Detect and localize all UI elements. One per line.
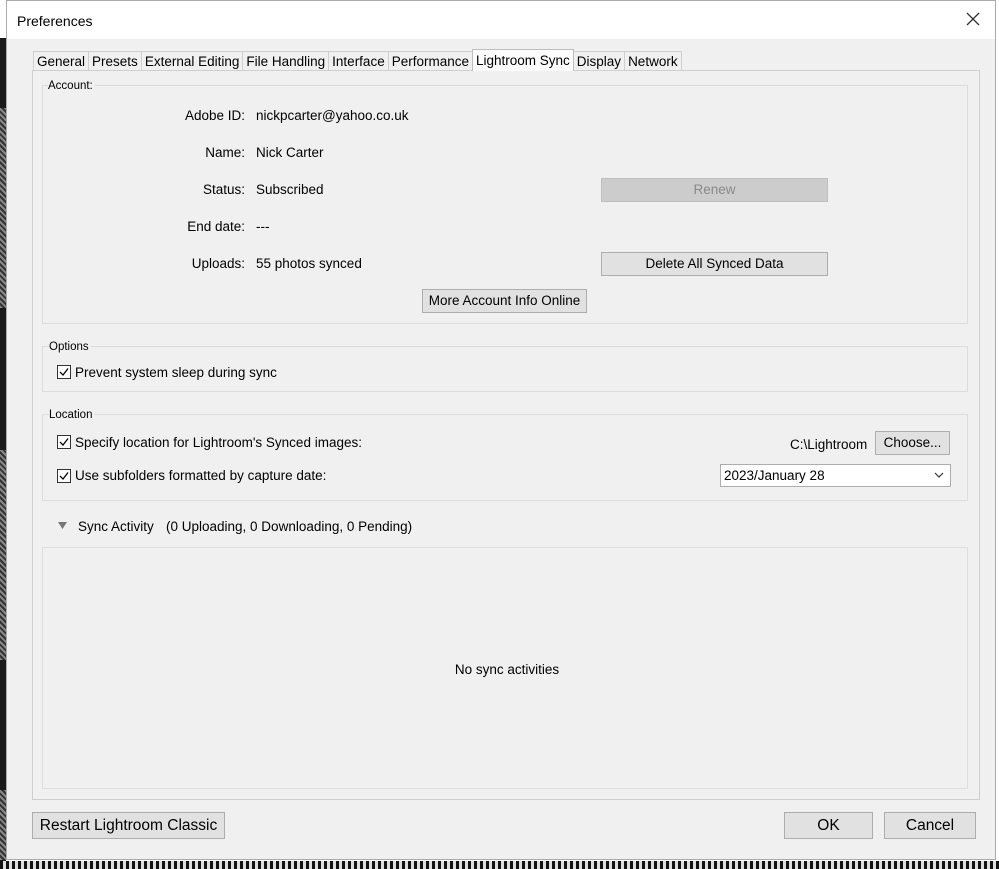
close-icon[interactable] <box>963 9 983 29</box>
uploads-value: 55 photos synced <box>256 256 362 271</box>
specify-location-label: Specify location for Lightroom's Synced … <box>75 435 362 450</box>
tab-network[interactable]: Network <box>624 51 682 71</box>
tab-external-editing[interactable]: External Editing <box>140 51 244 71</box>
options-group-label: Options <box>49 341 91 353</box>
lightroom-sync-panel: Account: Adobe ID: nickpcarter@yahoo.co.… <box>32 70 980 800</box>
renew-button[interactable]: Renew <box>601 178 828 202</box>
background-filmstrip <box>0 861 999 869</box>
tab-lightroom-sync[interactable]: Lightroom Sync <box>472 49 574 71</box>
tab-file-handling[interactable]: File Handling <box>242 51 330 71</box>
date-format-dropdown[interactable]: 2023/January 28 <box>720 464 951 487</box>
disclosure-triangle-icon[interactable] <box>58 522 67 530</box>
tab-general[interactable]: General <box>33 51 90 71</box>
restart-lightroom-button[interactable]: Restart Lightroom Classic <box>32 812 225 839</box>
status-value: Subscribed <box>256 182 324 197</box>
checkmark-icon <box>59 472 69 480</box>
tab-bar: General Presets External Editing File Ha… <box>33 49 682 71</box>
checkmark-icon <box>59 368 69 376</box>
use-subfolders-label: Use subfolders formatted by capture date… <box>75 468 327 483</box>
name-value: Nick Carter <box>256 145 324 160</box>
end-date-label: End date: <box>187 219 245 234</box>
sync-activity-label: Sync Activity <box>78 519 154 534</box>
location-group-label: Location <box>49 409 95 421</box>
prevent-sleep-checkbox[interactable] <box>57 365 71 379</box>
date-format-selected: 2023/January 28 <box>724 468 825 483</box>
preferences-dialog: Preferences General Presets External Edi… <box>6 0 996 860</box>
no-sync-activities-message: No sync activities <box>454 662 560 677</box>
choose-button[interactable]: Choose... <box>875 431 950 455</box>
delete-all-synced-data-button[interactable]: Delete All Synced Data <box>601 252 828 276</box>
prevent-sleep-label: Prevent system sleep during sync <box>75 365 277 380</box>
tab-performance[interactable]: Performance <box>387 51 473 71</box>
adobe-id-label: Adobe ID: <box>184 108 245 123</box>
location-path-value: C:\Lightroom <box>790 437 868 452</box>
cancel-button[interactable]: Cancel <box>884 812 976 839</box>
tab-presets[interactable]: Presets <box>88 51 142 71</box>
uploads-label: Uploads: <box>191 256 245 271</box>
checkmark-icon <box>59 438 69 446</box>
dialog-title: Preferences <box>17 13 93 29</box>
more-account-info-button[interactable]: More Account Info Online <box>422 289 587 313</box>
account-group-label: Account: <box>48 80 95 92</box>
tab-interface[interactable]: Interface <box>328 51 389 71</box>
specify-location-checkbox[interactable] <box>57 435 71 449</box>
title-bar: Preferences <box>7 1 995 39</box>
status-label: Status: <box>202 182 245 197</box>
chevron-down-icon <box>934 472 944 478</box>
sync-activity-summary: (0 Uploading, 0 Downloading, 0 Pending) <box>166 519 413 534</box>
use-subfolders-checkbox[interactable] <box>57 469 71 483</box>
ok-button[interactable]: OK <box>784 812 873 839</box>
tab-display[interactable]: Display <box>572 51 626 71</box>
location-group <box>42 414 968 501</box>
name-label: Name: <box>205 145 245 160</box>
end-date-value: --- <box>256 219 270 234</box>
adobe-id-value: nickpcarter@yahoo.co.uk <box>256 108 409 123</box>
